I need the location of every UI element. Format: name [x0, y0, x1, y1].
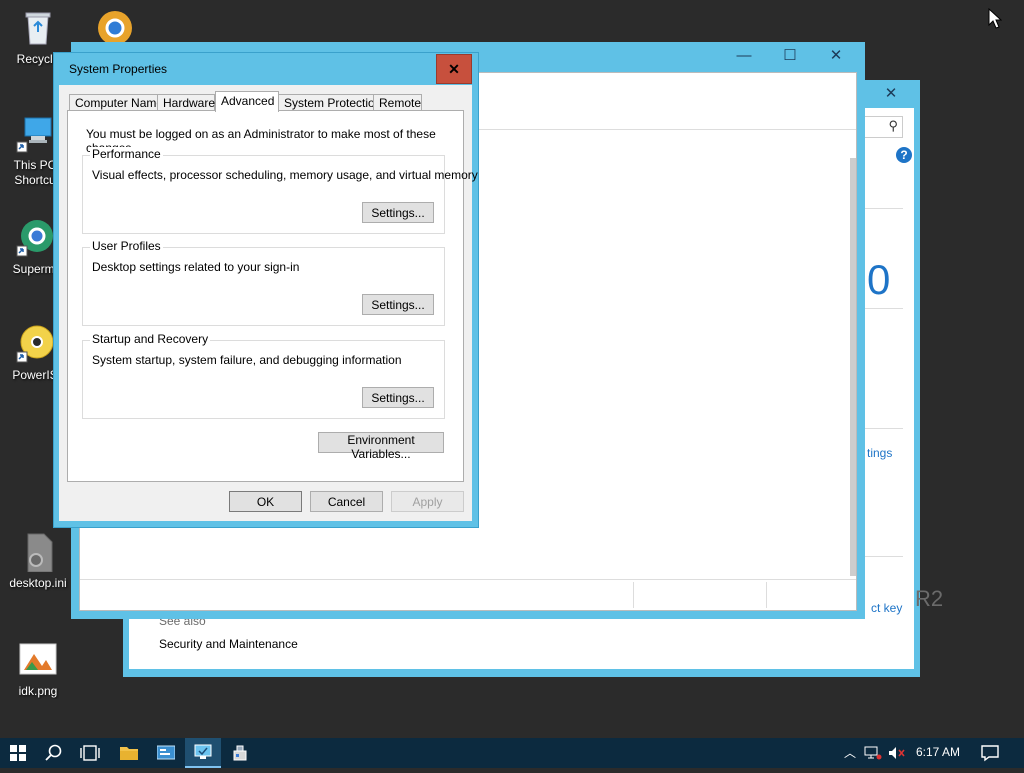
user-profiles-group: User Profiles Desktop settings related t…	[82, 239, 445, 326]
system-properties-dialog: System Properties ✕ Computer Name Hardwa…	[53, 52, 479, 528]
volume-muted-icon	[889, 747, 905, 759]
recycle-bin-icon	[18, 8, 58, 48]
user-profiles-settings-button[interactable]: Settings...	[362, 294, 434, 315]
server-manager-icon	[156, 745, 176, 760]
divider	[859, 556, 903, 557]
action-center-button[interactable]	[980, 744, 1002, 762]
network-tray-button[interactable]	[864, 746, 882, 760]
performance-settings-button[interactable]: Settings...	[362, 202, 434, 223]
close-button[interactable]: ✕	[436, 54, 472, 84]
vertical-scrollbar[interactable]	[850, 158, 856, 576]
settings-file-icon	[18, 532, 58, 573]
windows-version-digit: 0	[867, 256, 891, 303]
image-file-icon	[18, 640, 58, 680]
file-explorer-icon	[120, 747, 138, 760]
system-icon	[194, 744, 212, 759]
taskbar-clock[interactable]: 6:17 AM	[916, 745, 960, 759]
minimize-button[interactable]: —	[721, 42, 767, 70]
notifications-icon	[981, 745, 999, 762]
os-edition-suffix: R2	[915, 586, 944, 611]
task-view-icon	[80, 745, 100, 761]
desktop-icon-label: idk.png	[18, 684, 58, 698]
user-profiles-description: Desktop settings related to your sign-in	[92, 260, 300, 274]
search-box[interactable]: ⚲	[861, 116, 903, 138]
change-settings-link[interactable]: tings	[867, 446, 892, 460]
tray-overflow-button[interactable]: ︿	[840, 738, 860, 768]
search-icon: ⚲	[888, 118, 898, 133]
mouse-cursor	[988, 7, 1003, 33]
advanced-tab-panel: You must be logged on as an Administrato…	[67, 110, 478, 482]
volume-tray-button[interactable]	[888, 746, 906, 760]
file-explorer-button[interactable]	[111, 738, 147, 768]
chevron-up-icon: ︿	[843, 746, 856, 760]
close-icon: ✕	[448, 61, 460, 77]
search-button[interactable]	[36, 738, 72, 768]
performance-group: Performance Visual effects, processor sc…	[82, 147, 478, 234]
computer-icon	[15, 114, 55, 154]
desktop-icon-idk-png[interactable]: idk.png	[3, 640, 73, 699]
maximize-icon: ☐	[783, 47, 797, 64]
startup-recovery-description: System startup, system failure, and debu…	[92, 353, 402, 367]
tab-remote[interactable]: Remote	[373, 94, 422, 111]
performance-description: Visual effects, processor scheduling, me…	[92, 168, 478, 182]
close-icon: ✕	[829, 47, 843, 64]
network-tool-button[interactable]	[222, 738, 258, 768]
tab-advanced[interactable]: Advanced	[215, 91, 279, 112]
system-properties-taskbar-button[interactable]	[185, 738, 221, 768]
network-tool-icon	[233, 745, 247, 761]
desktop-icon-desktop-ini[interactable]: desktop.ini	[3, 532, 73, 591]
change-product-key-link[interactable]: ct key	[871, 601, 902, 615]
tab-system-protection[interactable]: System Protection	[278, 94, 381, 111]
windows-start-icon	[10, 745, 26, 761]
network-icon	[864, 746, 882, 760]
ok-button[interactable]: OK	[229, 491, 302, 512]
close-button[interactable]: ✕	[868, 80, 914, 108]
chrome-icon	[15, 218, 55, 258]
taskbar: ︿ 6:17 AM	[0, 738, 1024, 768]
minimize-icon: —	[736, 47, 752, 64]
status-bar	[80, 579, 856, 610]
performance-group-title: Performance	[90, 147, 163, 161]
status-bar-divider	[766, 582, 767, 608]
cancel-button[interactable]: Cancel	[310, 491, 383, 512]
close-button[interactable]: ✕	[813, 42, 859, 70]
divider	[859, 208, 903, 209]
user-profiles-group-title: User Profiles	[90, 239, 163, 253]
tab-hardware[interactable]: Hardware	[157, 94, 215, 111]
startup-recovery-settings-button[interactable]: Settings...	[362, 387, 434, 408]
environment-variables-button[interactable]: Environment Variables...	[318, 432, 444, 461]
divider	[859, 428, 903, 429]
maximize-button[interactable]: ☐	[767, 42, 813, 70]
start-button[interactable]	[0, 738, 36, 768]
startup-recovery-group: Startup and Recovery System startup, sys…	[82, 332, 445, 419]
status-bar-divider	[633, 582, 634, 608]
dialog-body: Computer Name Hardware Advanced System P…	[59, 85, 478, 521]
help-icon[interactable]: ?	[896, 147, 912, 163]
search-icon	[45, 744, 62, 761]
startup-recovery-group-title: Startup and Recovery	[90, 332, 211, 346]
dialog-title: System Properties	[69, 62, 168, 76]
server-manager-button[interactable]	[148, 738, 184, 768]
close-icon: ✕	[884, 85, 898, 102]
apply-button: Apply	[391, 491, 464, 512]
desktop-icon-label: desktop.ini	[9, 576, 67, 590]
disc-icon	[15, 324, 55, 364]
task-view-button[interactable]	[72, 738, 108, 768]
tab-computer-name[interactable]: Computer Name	[69, 94, 163, 111]
security-maintenance-link[interactable]: Security and Maintenance	[159, 637, 298, 651]
divider	[859, 308, 903, 309]
